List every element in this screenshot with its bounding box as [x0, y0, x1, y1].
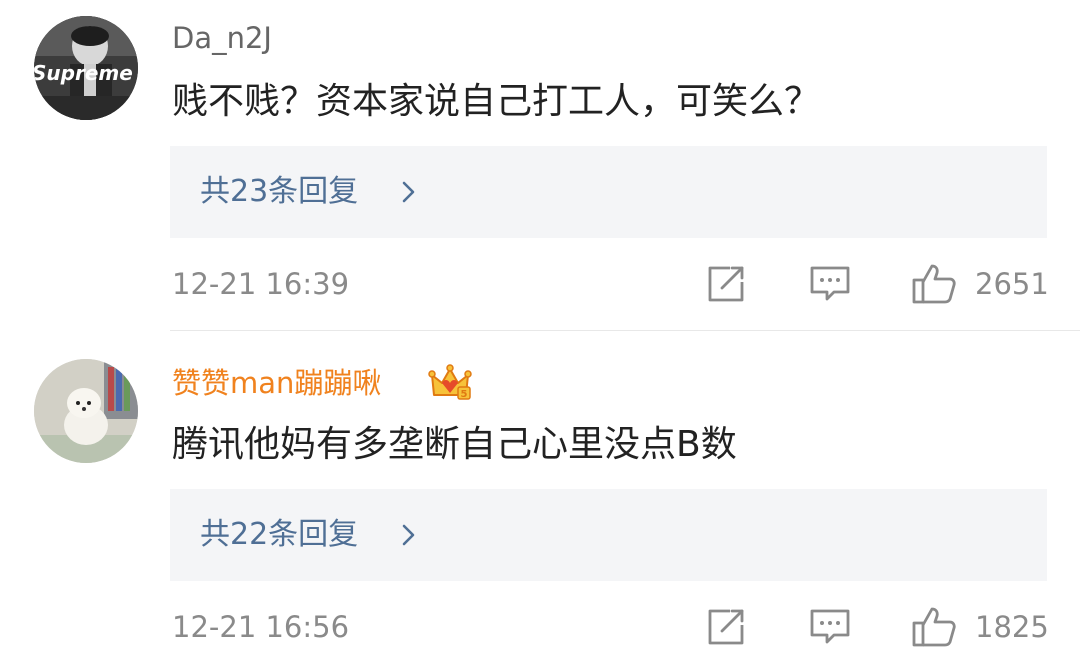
avatar[interactable] [34, 359, 138, 463]
crown-badge-icon-graphic: 5 [428, 364, 472, 400]
repost-button[interactable] [704, 607, 748, 647]
comment-text: 腾讯他妈有多垄断自己心里没点B数 [172, 424, 737, 465]
avatar-image [34, 359, 138, 463]
comment-meta-bar: 12-21 16:56 1825 [0, 597, 1080, 657]
timestamp: 12-21 16:39 [172, 267, 350, 301]
like-count: 1825 [975, 610, 1049, 644]
like-button[interactable] [910, 262, 958, 306]
like-button[interactable] [910, 605, 958, 649]
avatar-text: Supreme [34, 61, 133, 85]
thumbs-up-icon [912, 607, 956, 647]
like-count: 2651 [975, 267, 1049, 301]
chevron-right-icon [402, 181, 415, 203]
replies-count-label: 共23条回复 [200, 174, 359, 209]
repost-button[interactable] [704, 264, 748, 304]
timestamp: 12-21 16:56 [172, 610, 350, 644]
comment-bubble-icon [810, 609, 850, 644]
replies-link[interactable]: 共22条回复 [170, 489, 1047, 581]
comment-item: 赞赞man蹦蹦啾 5 腾讯他妈有多垄断自己心里没点B数 共22条回复 12-21… [0, 331, 1080, 663]
chevron-right-icon [402, 524, 415, 546]
thumbs-up-icon [912, 264, 956, 304]
share-square-icon [708, 266, 744, 302]
username[interactable]: 赞赞man蹦蹦啾 [172, 365, 381, 401]
comment-item: Supreme Da_n2J 贱不贱？资本家说自己打工人，可笑么？ 共23条回复… [0, 0, 1080, 330]
comment-meta-bar: 12-21 16:39 2651 [0, 254, 1080, 314]
comment-text: 贱不贱？资本家说自己打工人，可笑么？ [172, 81, 821, 122]
svg-text:5: 5 [461, 389, 468, 400]
replies-link[interactable]: 共23条回复 [170, 146, 1047, 238]
comment-bubble-icon [810, 266, 850, 301]
username[interactable]: Da_n2J [172, 20, 272, 56]
comment-button[interactable] [808, 264, 852, 304]
avatar-image: Supreme [34, 16, 138, 120]
share-square-icon [708, 609, 744, 645]
avatar[interactable]: Supreme [34, 16, 138, 120]
replies-count-label: 共22条回复 [200, 517, 359, 552]
comment-button[interactable] [808, 607, 852, 647]
crown-badge-icon[interactable]: 5 [428, 361, 472, 405]
